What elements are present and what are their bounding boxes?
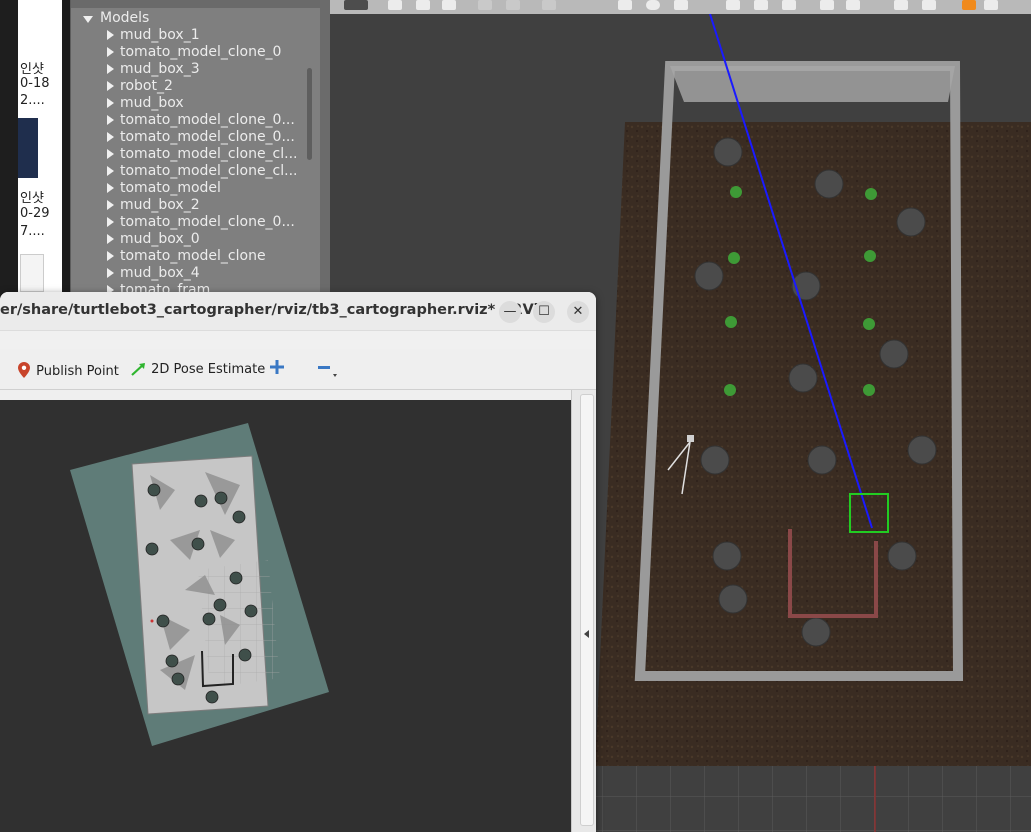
- tree-group-label: Models: [100, 10, 150, 26]
- gazebo-toolbar: [330, 0, 1031, 14]
- green-arrow-icon: [131, 363, 145, 376]
- box-shape-icon[interactable]: [618, 0, 632, 10]
- publish-point-label: Publish Point: [36, 364, 119, 379]
- tree-item-label: tomato_model_clone_0...: [120, 129, 295, 145]
- chevron-right-icon[interactable]: [107, 234, 114, 244]
- tree-item-label: tomato_model_clone_0...: [120, 214, 295, 230]
- chevron-right-icon[interactable]: [107, 183, 114, 193]
- map-pin-icon: [18, 362, 30, 378]
- undo-icon[interactable]: [478, 0, 492, 10]
- paste-icon[interactable]: [846, 0, 860, 10]
- minus-icon: [318, 366, 337, 377]
- minimize-button[interactable]: —: [499, 301, 521, 323]
- file-label[interactable]: 0-29: [20, 206, 50, 221]
- tree-item-label: tomato_model: [120, 180, 221, 196]
- chevron-right-icon[interactable]: [107, 98, 114, 108]
- tree-item-label: mud_box: [120, 95, 184, 111]
- rotate-mode-icon[interactable]: [416, 0, 430, 10]
- tree-item-label: tomato_model_clone_cl...: [120, 146, 298, 162]
- tree-item-label: mud_box_0: [120, 231, 200, 247]
- screenshot-icon[interactable]: [984, 0, 998, 10]
- chevron-right-icon[interactable]: [107, 268, 114, 278]
- file-label[interactable]: 7....: [20, 224, 45, 239]
- redo-icon[interactable]: [506, 0, 520, 10]
- tree-item-label: mud_box_4: [120, 265, 200, 281]
- snap-icon[interactable]: [922, 0, 936, 10]
- close-button[interactable]: ✕: [567, 301, 589, 323]
- copy-icon[interactable]: [820, 0, 834, 10]
- publish-point-tool[interactable]: Publish Point: [18, 362, 119, 379]
- tree-item-label: mud_box_1: [120, 27, 200, 43]
- chevron-right-icon[interactable]: [107, 149, 114, 159]
- pose-estimate-label: 2D Pose Estimate: [151, 362, 266, 377]
- collapse-panel-handle[interactable]: [580, 394, 594, 826]
- tree-item-label: tomato_model_clone_cl...: [120, 163, 298, 179]
- ground-grid: [590, 764, 1031, 832]
- chevron-left-icon[interactable]: [581, 627, 593, 641]
- chevron-down-icon[interactable]: [83, 16, 93, 23]
- file-label[interactable]: 인샷: [20, 187, 44, 206]
- file-thumbnail[interactable]: [18, 118, 38, 178]
- file-manager-sidebar: [0, 0, 18, 300]
- tree-item-label: mud_box_3: [120, 61, 200, 77]
- translate-mode-icon[interactable]: [388, 0, 402, 10]
- file-thumbnail[interactable]: [20, 254, 44, 292]
- sphere-shape-icon[interactable]: [646, 0, 660, 10]
- chevron-right-icon[interactable]: [107, 115, 114, 125]
- tree-item-label: tomato_model_clone_0: [120, 44, 282, 60]
- pose-estimate-tool[interactable]: 2D Pose Estimate: [131, 362, 265, 377]
- chevron-right-icon[interactable]: [107, 30, 114, 40]
- rviz-titlebar[interactable]: er/share/turtlebot3_cartographer/rviz/tb…: [0, 292, 596, 331]
- rviz-window: er/share/turtlebot3_cartographer/rviz/tb…: [0, 292, 596, 832]
- chevron-right-icon[interactable]: [107, 81, 114, 91]
- chevron-right-icon[interactable]: [107, 251, 114, 261]
- rviz-toolbar: Publish Point 2D Pose Estimate: [0, 349, 596, 390]
- rviz-3d-view[interactable]: [0, 400, 571, 832]
- cylinder-shape-icon[interactable]: [674, 0, 688, 10]
- file-label[interactable]: 2....: [20, 93, 45, 108]
- occupancy-map: [70, 423, 329, 746]
- tree-header-strip: [71, 0, 321, 8]
- maximize-button[interactable]: ☐: [533, 301, 555, 323]
- chevron-right-icon[interactable]: [107, 132, 114, 142]
- scale-mode-icon[interactable]: [442, 0, 456, 10]
- chevron-right-icon[interactable]: [107, 64, 114, 74]
- remove-tool-button[interactable]: [318, 360, 338, 382]
- tree-scrollbar-track[interactable]: [320, 0, 330, 300]
- add-tool-button[interactable]: [270, 360, 284, 378]
- select-mode-icon[interactable]: [344, 0, 368, 10]
- undo-icon[interactable]: [542, 0, 556, 10]
- menu-bar: [0, 331, 596, 349]
- chevron-right-icon[interactable]: [107, 217, 114, 227]
- file-label[interactable]: 0-18: [20, 76, 50, 91]
- window-title: er/share/turtlebot3_cartographer/rviz/tb…: [0, 302, 547, 318]
- tree-item-label: tomato_model_clone: [120, 248, 266, 264]
- plus-icon: [270, 360, 284, 374]
- tree-item-label: mud_box_2: [120, 197, 200, 213]
- directional-light-icon[interactable]: [782, 0, 796, 10]
- tree-scroll-thumb[interactable]: [307, 68, 312, 160]
- orange-view-icon[interactable]: [962, 0, 976, 10]
- file-manager-panel: 인샷 0-18 2.... 인샷 0-29 7....: [0, 0, 62, 300]
- file-manager-scrollbar[interactable]: [62, 0, 70, 300]
- chevron-right-icon[interactable]: [107, 47, 114, 57]
- robot-marker: [150, 619, 154, 623]
- rviz-side-panel: [571, 390, 596, 832]
- chevron-right-icon[interactable]: [107, 166, 114, 176]
- point-light-icon[interactable]: [726, 0, 740, 10]
- tree-item-label: tomato_model_clone_0...: [120, 112, 295, 128]
- model-tree: Models mud_box_1 tomato_model_clone_0 mud_…: [70, 0, 321, 300]
- tree-item-label: robot_2: [120, 78, 173, 94]
- spot-light-icon[interactable]: [754, 0, 768, 10]
- chevron-right-icon[interactable]: [107, 200, 114, 210]
- align-icon[interactable]: [894, 0, 908, 10]
- file-label[interactable]: 인샷: [20, 58, 44, 77]
